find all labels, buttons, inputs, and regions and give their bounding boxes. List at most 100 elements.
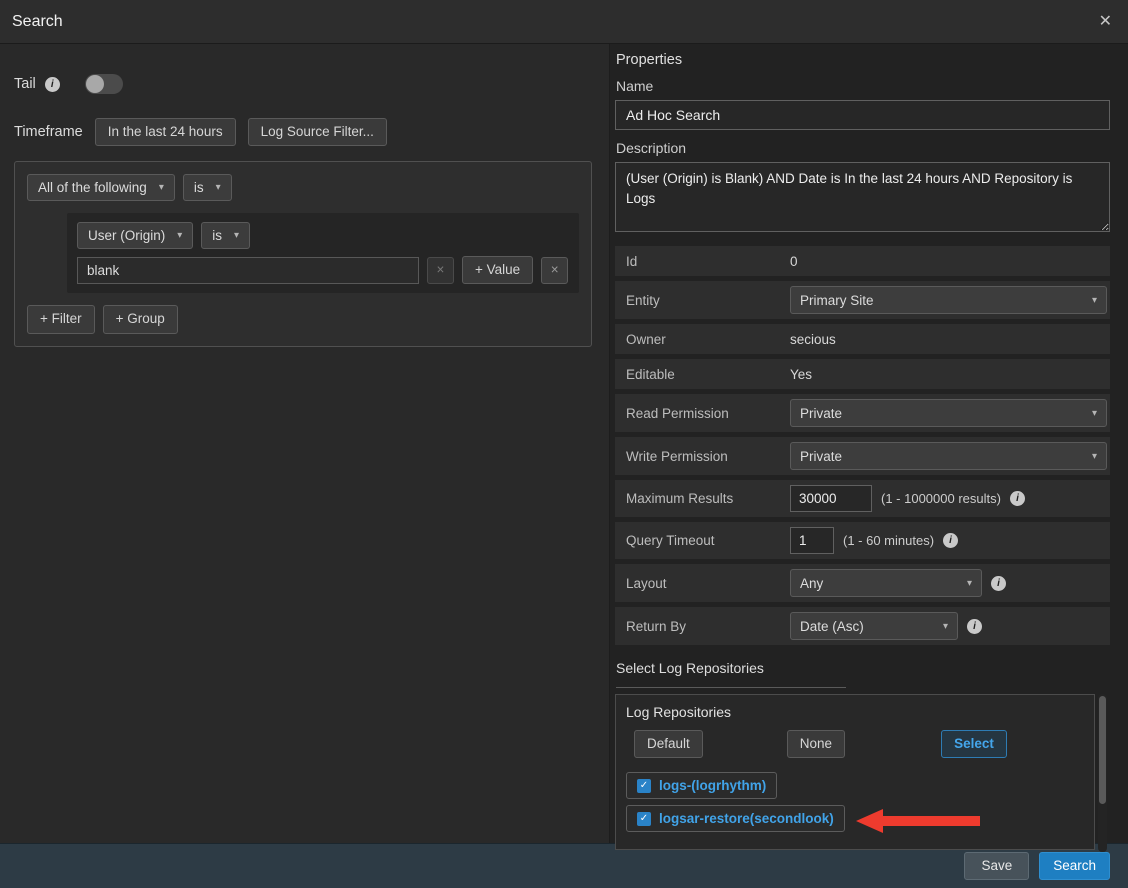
property-row-owner: Owner secious — [615, 324, 1110, 354]
read-permission-select[interactable]: Private ▾ — [790, 399, 1107, 427]
chevron-down-icon: ▾ — [216, 182, 221, 193]
property-row-return-by: Return By Date (Asc) ▾ i — [615, 607, 1110, 645]
save-button[interactable]: Save — [964, 852, 1029, 880]
repo-item-logsar-restore-secondlook[interactable]: ✓ logsar-restore(secondlook) — [626, 805, 845, 832]
default-button[interactable]: Default — [634, 730, 703, 758]
none-button[interactable]: None — [787, 730, 845, 758]
return-by-value: Date (Asc) — [800, 619, 864, 634]
group-field-dropdown[interactable]: All of the following ▾ — [27, 174, 175, 201]
group-operator-value: is — [194, 180, 204, 195]
tail-row: Tail i — [14, 74, 593, 94]
dialog-titlebar: Search ✕ — [0, 0, 1128, 44]
description-textarea[interactable]: (User (Origin) is Blank) AND Date is In … — [615, 162, 1110, 232]
filter-actions: + Filter + Group — [27, 305, 579, 333]
property-rows: Id 0 Entity Primary Site ▾ Owner secious — [615, 246, 1110, 645]
maximum-results-info-icon[interactable]: i — [1010, 491, 1025, 506]
select-log-repositories-label: Select Log Repositories — [616, 660, 1110, 676]
add-group-button[interactable]: + Group — [103, 305, 178, 333]
dialog-title: Search — [12, 13, 63, 31]
chevron-down-icon: ▾ — [177, 230, 182, 241]
repositories-scrollbar[interactable] — [1098, 694, 1107, 852]
maximum-results-input[interactable] — [790, 485, 872, 512]
property-row-entity: Entity Primary Site ▾ — [615, 281, 1110, 319]
property-row-id: Id 0 — [615, 246, 1110, 276]
entity-select[interactable]: Primary Site ▾ — [790, 286, 1107, 314]
property-row-layout: Layout Any ▾ i — [615, 564, 1110, 602]
scrollbar-thumb[interactable] — [1099, 696, 1106, 804]
search-dialog: Search ✕ Tail i Timeframe In the last 24… — [0, 0, 1128, 888]
filter-builder: All of the following ▾ is ▾ User (Origin… — [14, 161, 592, 346]
owner-label: Owner — [626, 332, 790, 347]
properties-pane: Properties Name Description (User (Origi… — [610, 44, 1128, 843]
chevron-down-icon: ▾ — [1092, 408, 1097, 419]
rule-value-row: × + Value × — [77, 256, 569, 284]
timeframe-button[interactable]: In the last 24 hours — [95, 118, 236, 146]
repository-list: ✓ logs-(logrhythm) ✓ logsar-restore(seco… — [616, 772, 1094, 832]
property-row-editable: Editable Yes — [615, 359, 1110, 389]
timeframe-row: Timeframe In the last 24 hours Log Sourc… — [14, 118, 593, 146]
chevron-down-icon: ▾ — [159, 182, 164, 193]
timeframe-label: Timeframe — [14, 124, 83, 140]
group-field-value: All of the following — [38, 180, 147, 195]
close-icon[interactable]: ✕ — [1099, 14, 1112, 30]
chevron-down-icon: ▾ — [943, 621, 948, 632]
chevron-down-icon: ▾ — [1092, 295, 1097, 306]
add-filter-button[interactable]: + Filter — [27, 305, 95, 333]
tail-toggle[interactable] — [85, 74, 123, 94]
layout-value: Any — [800, 576, 823, 591]
query-timeout-info-icon[interactable]: i — [943, 533, 958, 548]
editable-label: Editable — [626, 367, 790, 382]
chevron-down-icon: ▾ — [1092, 451, 1097, 462]
log-repositories-title: Log Repositories — [616, 704, 1094, 720]
repo-item-label: logsar-restore(secondlook) — [659, 811, 834, 826]
add-value-button[interactable]: + Value — [462, 256, 533, 284]
property-row-maximum-results: Maximum Results (1 - 1000000 results) i — [615, 480, 1110, 517]
remove-rule-button[interactable]: × — [541, 257, 568, 284]
chevron-down-icon: ▾ — [234, 230, 239, 241]
repo-item-logs-logrhythm[interactable]: ✓ logs-(logrhythm) — [626, 772, 777, 799]
rule-field-value: User (Origin) — [88, 228, 165, 243]
log-source-filter-button[interactable]: Log Source Filter... — [248, 118, 387, 146]
query-builder-pane: Tail i Timeframe In the last 24 hours Lo… — [0, 44, 610, 843]
property-row-write-permission: Write Permission Private ▾ — [615, 437, 1110, 475]
name-label: Name — [616, 78, 1110, 94]
read-permission-label: Read Permission — [626, 406, 790, 421]
repository-quick-buttons: Default None Select — [616, 730, 1094, 758]
layout-info-icon[interactable]: i — [991, 576, 1006, 591]
entity-value: Primary Site — [800, 293, 874, 308]
log-repositories-area: Log Repositories Default None Select ✓ l… — [615, 694, 1110, 852]
write-permission-value: Private — [800, 449, 842, 464]
write-permission-label: Write Permission — [626, 449, 790, 464]
query-timeout-label: Query Timeout — [626, 533, 790, 548]
select-button[interactable]: Select — [941, 730, 1007, 758]
rule-field-dropdown[interactable]: User (Origin) ▾ — [77, 222, 193, 249]
checkbox-checked-icon[interactable]: ✓ — [637, 812, 651, 826]
return-by-select[interactable]: Date (Asc) ▾ — [790, 612, 958, 640]
rule-header: User (Origin) ▾ is ▾ — [77, 222, 569, 249]
chevron-down-icon: ▾ — [967, 578, 972, 589]
entity-label: Entity — [626, 293, 790, 308]
return-by-info-icon[interactable]: i — [967, 619, 982, 634]
property-row-read-permission: Read Permission Private ▾ — [615, 394, 1110, 432]
tail-label: Tail — [14, 76, 36, 92]
tail-info-icon[interactable]: i — [45, 77, 60, 92]
query-timeout-hint: (1 - 60 minutes) — [843, 533, 934, 548]
id-label: Id — [626, 254, 790, 269]
layout-select[interactable]: Any ▾ — [790, 569, 982, 597]
rule-operator-value: is — [212, 228, 222, 243]
rule-value-input[interactable] — [77, 257, 419, 284]
query-timeout-input[interactable] — [790, 527, 834, 554]
checkbox-checked-icon[interactable]: ✓ — [637, 779, 651, 793]
repo-item-label: logs-(logrhythm) — [659, 778, 766, 793]
search-button[interactable]: Search — [1039, 852, 1110, 880]
id-value: 0 — [790, 254, 798, 269]
dialog-body: Tail i Timeframe In the last 24 hours Lo… — [0, 44, 1128, 843]
rule-operator-dropdown[interactable]: is ▾ — [201, 222, 250, 249]
editable-value: Yes — [790, 367, 812, 382]
group-operator-dropdown[interactable]: is ▾ — [183, 174, 232, 201]
layout-label: Layout — [626, 576, 790, 591]
clear-value-button[interactable]: × — [427, 257, 454, 284]
name-input[interactable] — [615, 100, 1110, 130]
write-permission-select[interactable]: Private ▾ — [790, 442, 1107, 470]
description-label: Description — [616, 140, 1110, 156]
